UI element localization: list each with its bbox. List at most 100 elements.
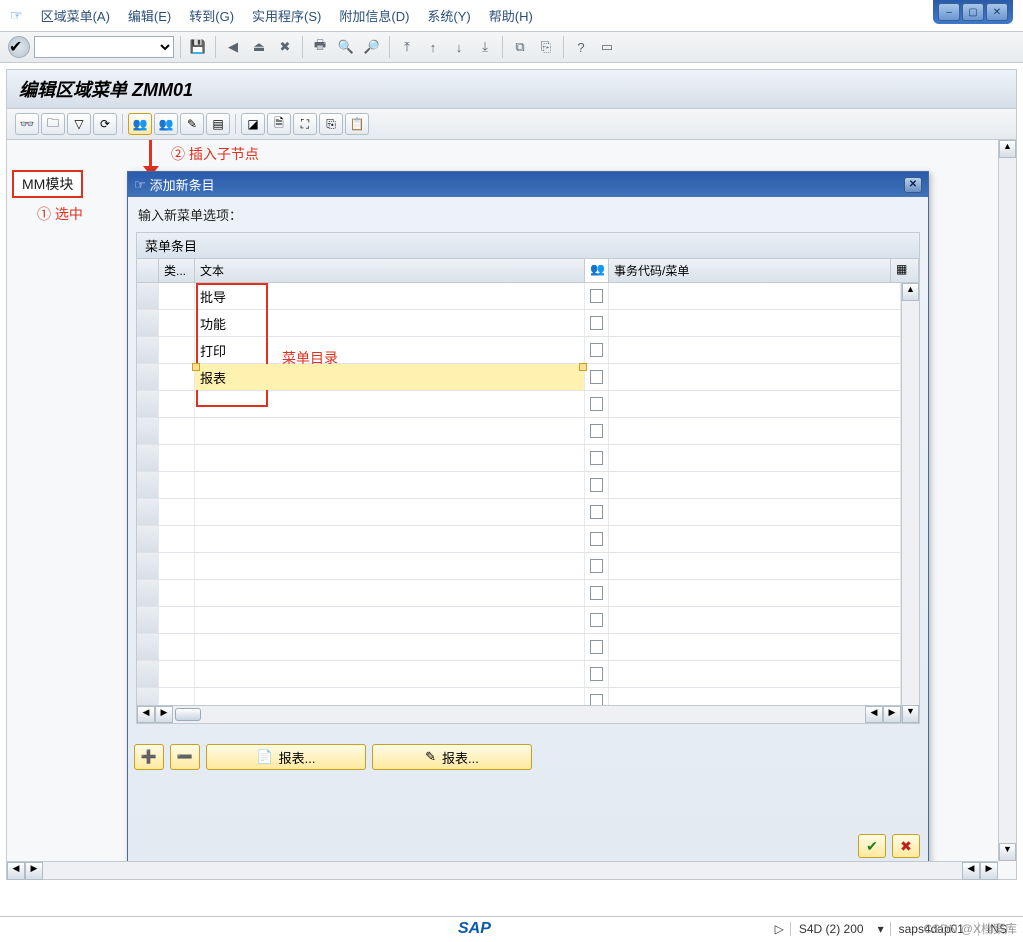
last-page-icon[interactable]: ⤓ [474, 36, 496, 58]
save-icon[interactable]: 💾 [187, 36, 209, 58]
dialog-close-button[interactable]: ✕ [904, 177, 922, 193]
col-selector[interactable] [137, 259, 159, 282]
row-selector[interactable] [137, 337, 159, 363]
cancel-button[interactable]: ✖ [892, 834, 920, 858]
menu-extras[interactable]: 附加信息(D) [339, 6, 409, 25]
cell-type[interactable] [159, 364, 195, 390]
row-selector[interactable] [137, 364, 159, 390]
scroll-end-right-icon[interactable]: ▶ [980, 862, 998, 880]
insert-subnode-icon[interactable]: 👥 [128, 113, 152, 135]
table-row[interactable] [137, 688, 901, 705]
status-nav-icon[interactable]: ▷ [775, 922, 784, 936]
tree-root-node[interactable]: MM模块 [12, 170, 83, 198]
edit-icon[interactable]: ✎ [180, 113, 204, 135]
refresh-icon[interactable]: ⟳ [93, 113, 117, 135]
cell-text[interactable]: 报表 [195, 364, 585, 390]
cell-text[interactable]: 功能 [195, 310, 585, 336]
dialog-titlebar[interactable]: ☞ 添加新条目 ✕ [128, 172, 928, 197]
scroll-left2-icon[interactable]: ◀ [865, 706, 883, 723]
row-selector[interactable] [137, 310, 159, 336]
shortcut-icon[interactable]: ⎘ [535, 36, 557, 58]
table-row[interactable] [137, 499, 901, 526]
cancel-icon[interactable]: ✖ [274, 36, 296, 58]
col-hierarchy-icon[interactable]: 👥 [585, 259, 609, 282]
delete-row-button[interactable]: ➖ [170, 744, 200, 770]
table-row[interactable] [137, 445, 901, 472]
collapse-icon[interactable]: ▽ [67, 113, 91, 135]
window-maximize[interactable]: ▢ [962, 3, 984, 21]
col-type[interactable]: 类... [159, 259, 195, 282]
cell-code[interactable] [609, 310, 901, 336]
delete-icon[interactable]: ▤ [206, 113, 230, 135]
cell-checkbox[interactable] [585, 310, 609, 336]
cell-code[interactable] [609, 364, 901, 390]
scroll-end-left-icon[interactable]: ◀ [962, 862, 980, 880]
scroll-right2-icon[interactable]: ▶ [883, 706, 901, 723]
command-field[interactable] [34, 36, 174, 58]
scroll-left-icon[interactable]: ◀ [137, 706, 155, 723]
cell-checkbox[interactable] [585, 364, 609, 390]
select-icon[interactable]: ◪ [241, 113, 265, 135]
menu-system[interactable]: 系统(Y) [427, 6, 470, 25]
table-row[interactable] [137, 634, 901, 661]
table-row[interactable] [137, 418, 901, 445]
enter-icon[interactable]: ✔ [8, 36, 30, 58]
doc-icon[interactable]: 🗎 [267, 113, 291, 135]
cell-type[interactable] [159, 337, 195, 363]
table-row[interactable] [137, 607, 901, 634]
scroll-thumb[interactable] [175, 708, 201, 721]
main-hscroll[interactable]: ◀ ▶ ▶ ◀ [7, 861, 998, 879]
menu-edit[interactable]: 编辑(E) [128, 6, 171, 25]
table-row[interactable] [137, 580, 901, 607]
col-tcode[interactable]: 事务代码/菜单 [609, 259, 891, 282]
find-next-icon[interactable]: 🔎 [361, 36, 383, 58]
col-config-icon[interactable]: ▦ [891, 259, 919, 282]
menu-utilities[interactable]: 实用程序(S) [252, 6, 321, 25]
menu-help[interactable]: 帮助(H) [489, 6, 533, 25]
window-minimize[interactable]: – [938, 3, 960, 21]
scroll-right-icon[interactable]: ▶ [155, 706, 173, 723]
layout-icon[interactable]: ▭ [596, 36, 618, 58]
table-row[interactable] [137, 526, 901, 553]
table-row[interactable] [137, 553, 901, 580]
scroll-down-icon[interactable]: ▼ [999, 843, 1016, 861]
cell-code[interactable] [609, 283, 901, 309]
expand-icon[interactable]: 🗀 [41, 113, 65, 135]
glasses-icon[interactable]: 👓 [15, 113, 39, 135]
next-page-icon[interactable]: ↓ [448, 36, 470, 58]
scroll-left-icon[interactable]: ◀ [7, 862, 25, 880]
scroll-down-icon[interactable]: ▼ [902, 705, 919, 723]
table-row[interactable]: 功能 [137, 310, 901, 337]
table-row[interactable]: 批导 [137, 283, 901, 310]
row-selector[interactable] [137, 283, 159, 309]
table-row[interactable]: 打印 [137, 337, 901, 364]
cell-checkbox[interactable] [585, 337, 609, 363]
prev-page-icon[interactable]: ↑ [422, 36, 444, 58]
scroll-right-icon[interactable]: ▶ [25, 862, 43, 880]
hierarchy-icon[interactable]: ⛶ [293, 113, 317, 135]
help-icon[interactable]: ? [570, 36, 592, 58]
edit-report-button[interactable]: ✎报表... [372, 744, 532, 770]
table-row[interactable] [137, 391, 901, 418]
menu-icon[interactable]: ☞ [10, 7, 23, 24]
menu-area[interactable]: 区域菜单(A) [41, 6, 110, 25]
table-row[interactable] [137, 661, 901, 688]
window-close[interactable]: ✕ [986, 3, 1008, 21]
find-icon[interactable]: 🔍 [335, 36, 357, 58]
cell-type[interactable] [159, 283, 195, 309]
insert-node-icon[interactable]: 👥 [154, 113, 178, 135]
cell-type[interactable] [159, 310, 195, 336]
copy-icon[interactable]: ⎘ [319, 113, 343, 135]
exit-icon[interactable]: ⏏ [248, 36, 270, 58]
new-session-icon[interactable]: ⧉ [509, 36, 531, 58]
print-icon[interactable]: 🖶 [309, 36, 331, 58]
cell-code[interactable] [609, 337, 901, 363]
main-vscroll[interactable]: ▲ ▼ [998, 140, 1016, 861]
col-text[interactable]: 文本 [195, 259, 585, 282]
menu-goto[interactable]: 转到(G) [189, 6, 234, 25]
scroll-up-icon[interactable]: ▲ [999, 140, 1016, 158]
add-row-button[interactable]: ➕ [134, 744, 164, 770]
table-vscroll[interactable]: ▲ ▼ [901, 283, 919, 723]
first-page-icon[interactable]: ⤒ [396, 36, 418, 58]
cell-text[interactable]: 打印 [195, 337, 585, 363]
